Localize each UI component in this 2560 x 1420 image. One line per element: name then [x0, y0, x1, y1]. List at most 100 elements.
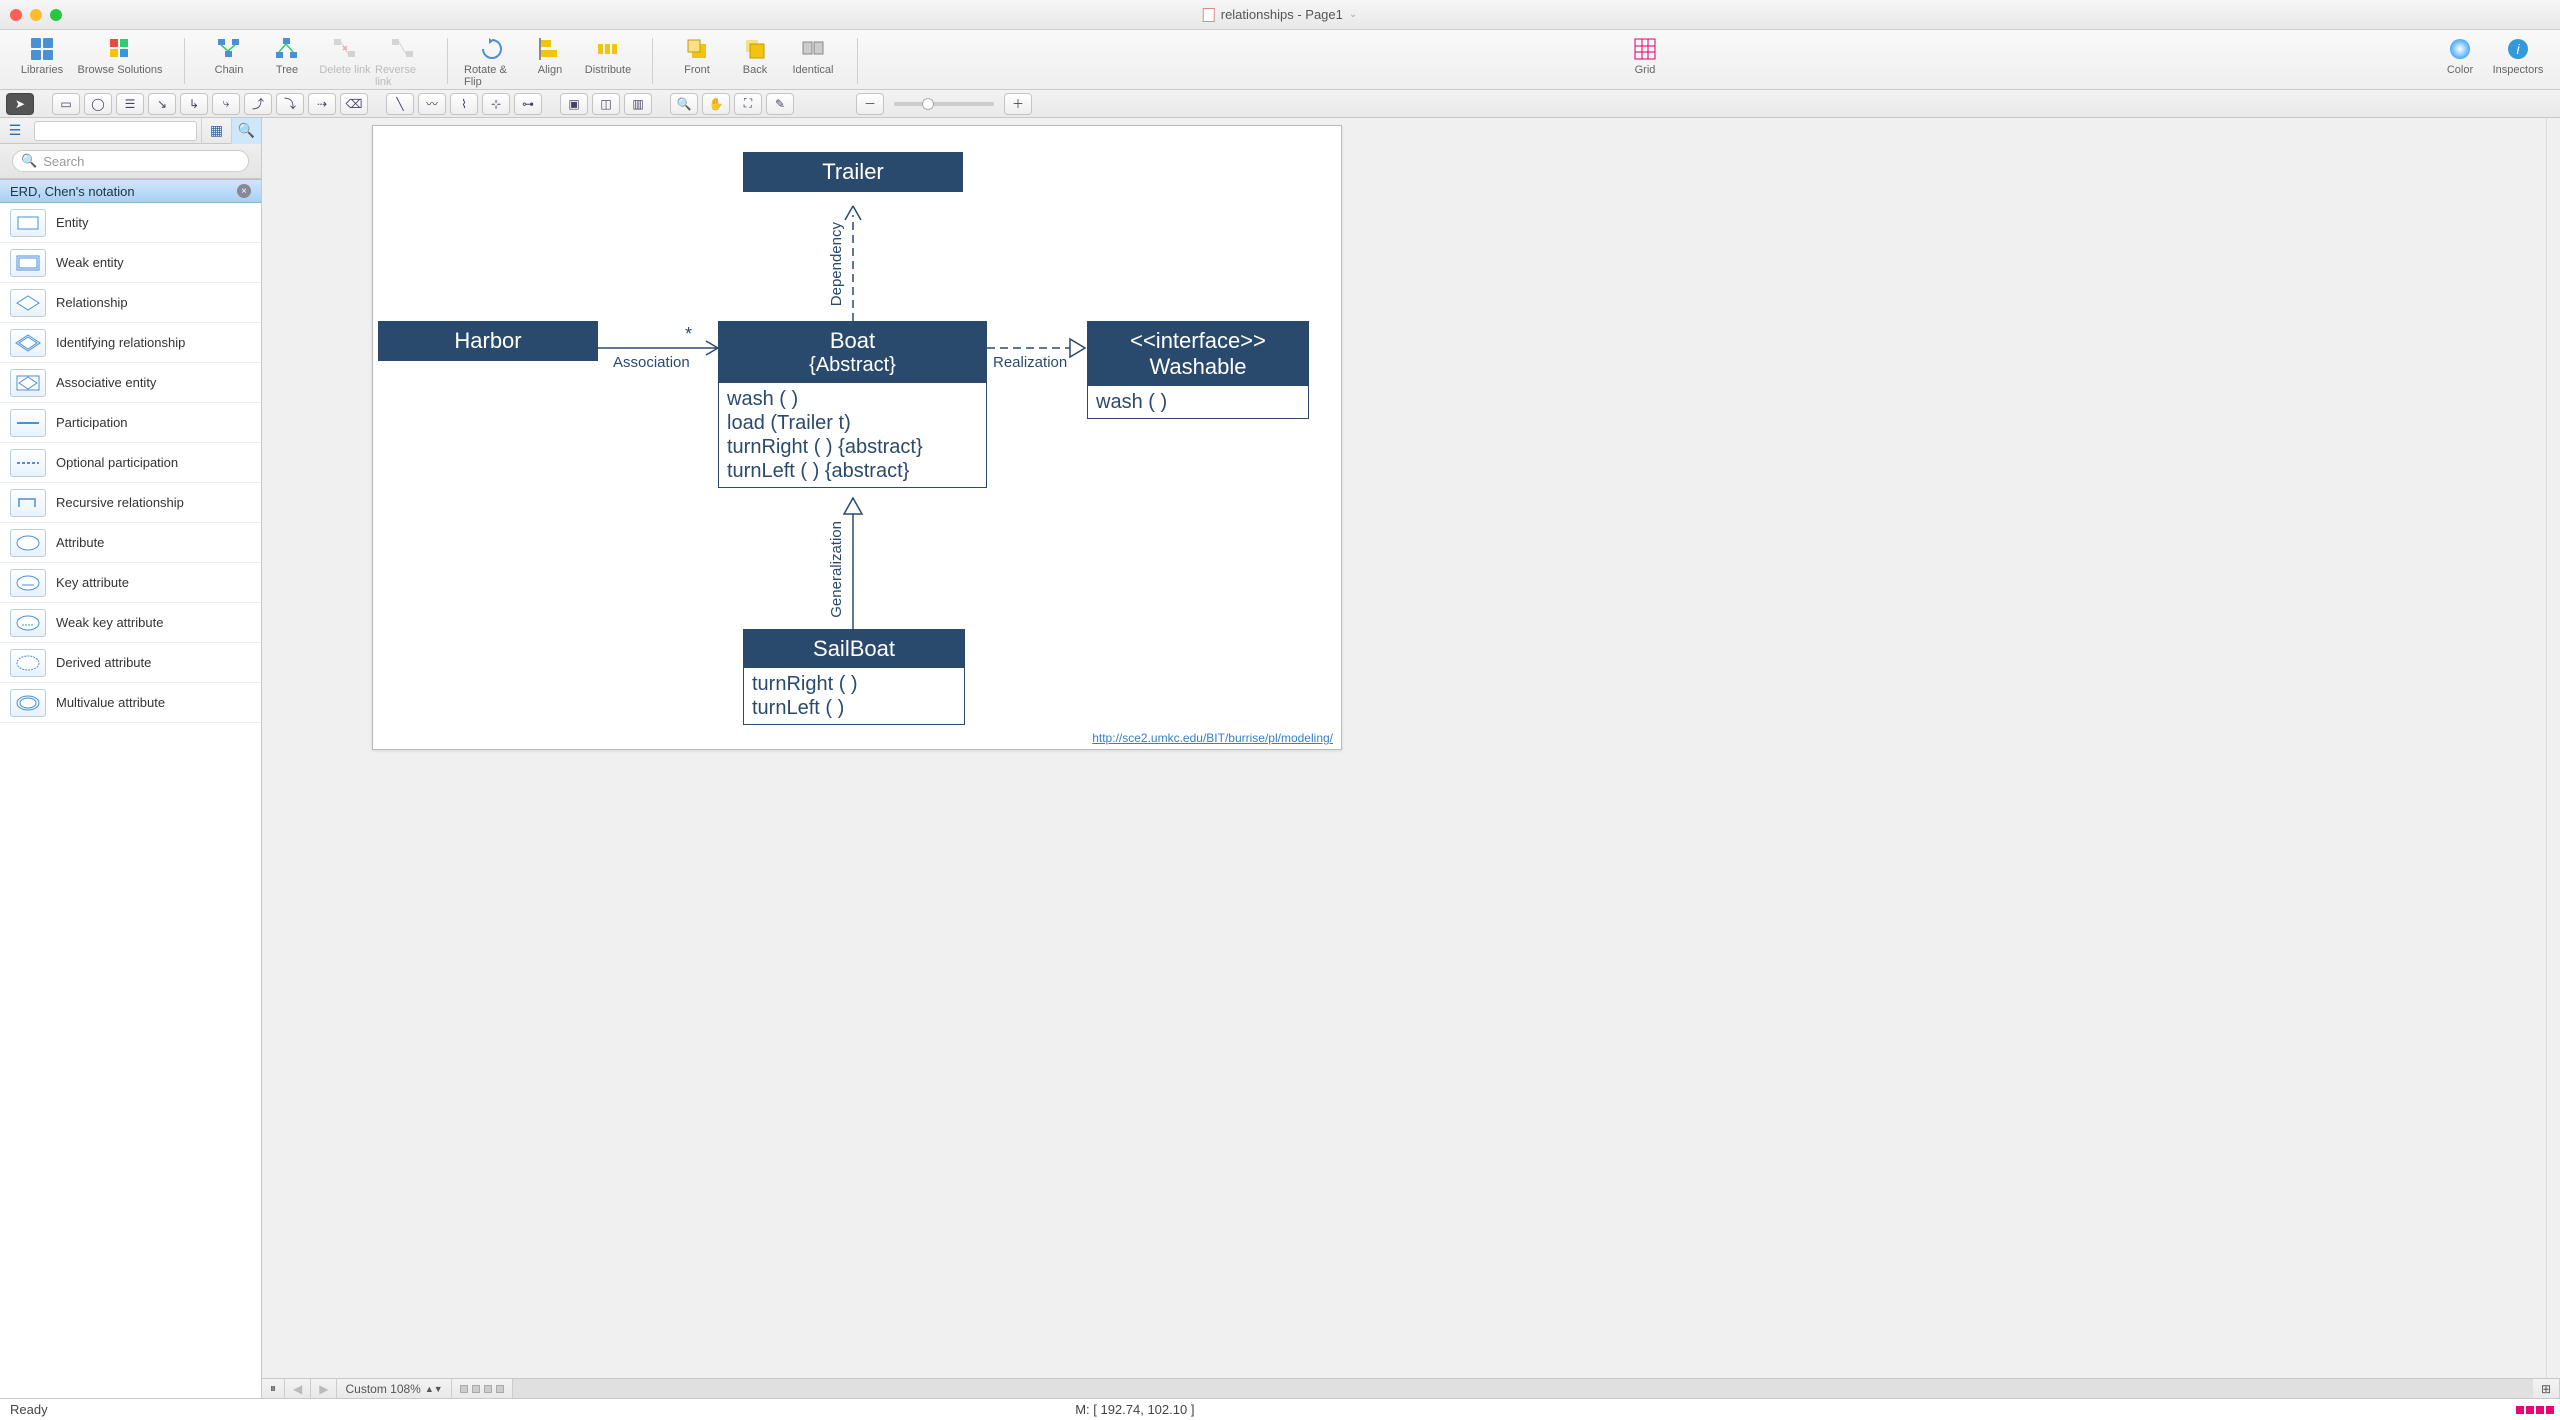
uml-boat[interactable]: Boat {Abstract} wash ( ) load (Trailer t…: [718, 321, 987, 488]
chain-button[interactable]: Chain: [201, 34, 257, 90]
browse-solutions-button[interactable]: Browse Solutions: [72, 34, 168, 90]
status-indicator-icon: [2516, 1406, 2554, 1414]
back-button[interactable]: Back: [727, 34, 783, 90]
connector-6-tool[interactable]: ⇢: [308, 93, 336, 115]
stencil-participation[interactable]: Participation: [0, 403, 261, 443]
path-tool[interactable]: ⌇: [450, 93, 478, 115]
diagram-source-url[interactable]: http://sce2.umkc.edu/BIT/burrise/pl/mode…: [1092, 731, 1333, 745]
separator: [184, 38, 185, 84]
tree-button[interactable]: Tree: [259, 34, 315, 90]
maximize-icon[interactable]: [50, 9, 62, 21]
next-page-button[interactable]: ▶: [311, 1379, 337, 1398]
eyedropper-tool[interactable]: ✎: [766, 93, 794, 115]
hand-tool[interactable]: ✋: [702, 93, 730, 115]
search-toggle-icon[interactable]: 🔍: [231, 118, 261, 144]
stencil-key-attribute[interactable]: Key attribute: [0, 563, 261, 603]
distribute-button[interactable]: Distribute: [580, 34, 636, 90]
status-mouse: M: [ 192.74, 102.10 ]: [1075, 1402, 1194, 1417]
canvas[interactable]: Trailer Harbor Boat {Abstract} wash ( ) …: [262, 118, 2560, 1398]
region-2-tool[interactable]: ◫: [592, 93, 620, 115]
ellipse-tool[interactable]: ◯: [84, 93, 112, 115]
uml-sailboat[interactable]: SailBoat turnRight ( ) turnLeft ( ): [743, 629, 965, 725]
prev-page-button[interactable]: ◀: [285, 1379, 311, 1398]
pause-icon[interactable]: ⏸: [262, 1379, 285, 1398]
stencil-attribute[interactable]: Attribute: [0, 523, 261, 563]
color-button[interactable]: Color: [2432, 34, 2488, 90]
connector-5-tool[interactable]: ⤵: [276, 93, 304, 115]
line-tool[interactable]: ╲: [386, 93, 414, 115]
connector-2-tool[interactable]: ↳: [180, 93, 208, 115]
page[interactable]: Trailer Harbor Boat {Abstract} wash ( ) …: [372, 125, 1342, 750]
magnify-tool[interactable]: 🔍: [670, 93, 698, 115]
horizontal-scrollbar[interactable]: [513, 1379, 2533, 1398]
delete-link-icon: [332, 36, 358, 62]
text-tool[interactable]: ☰: [116, 93, 144, 115]
zoom-out-button[interactable]: －: [856, 93, 884, 115]
close-category-icon[interactable]: ×: [237, 184, 251, 198]
sidebar: ☰ ▦ 🔍 🔍 Search ERD, Chen's notation × En…: [0, 118, 262, 1398]
document-title[interactable]: relationships - Page1 ⌄: [1203, 7, 1358, 22]
stencil-multivalue-attribute[interactable]: Multivalue attribute: [0, 683, 261, 723]
close-icon[interactable]: [10, 9, 22, 21]
reverse-link-button[interactable]: Reverse link: [375, 34, 431, 90]
stencil-derived-attribute[interactable]: Derived attribute: [0, 643, 261, 683]
grid-view-icon[interactable]: ▦: [201, 118, 231, 144]
anchor-tool[interactable]: ⊹: [482, 93, 510, 115]
front-button[interactable]: Front: [669, 34, 725, 90]
opt-participation-icon: [10, 449, 46, 477]
vertical-scrollbar[interactable]: [2546, 118, 2560, 1398]
page-bar: ⏸ ◀ ▶ Custom 108% ▲▼ ⊞: [262, 1378, 2560, 1398]
zoom-slider[interactable]: [894, 102, 994, 106]
curve-tool[interactable]: 〰: [418, 93, 446, 115]
label-dependency: Dependency: [828, 222, 845, 306]
pointer-tool[interactable]: ➤: [6, 93, 34, 115]
stencil-weak-key-attribute[interactable]: Weak key attribute: [0, 603, 261, 643]
stamp-tool[interactable]: ⛶: [734, 93, 762, 115]
inspectors-button[interactable]: iInspectors: [2490, 34, 2546, 90]
window-titlebar: relationships - Page1 ⌄: [0, 0, 2560, 30]
list-view-icon[interactable]: ☰: [0, 118, 30, 144]
delete-tool[interactable]: ⌫: [340, 93, 368, 115]
stencil-optional-participation[interactable]: Optional participation: [0, 443, 261, 483]
color-icon: [2447, 36, 2473, 62]
connector-3-tool[interactable]: ⤷: [212, 93, 240, 115]
rotate-flip-button[interactable]: Rotate & Flip: [464, 34, 520, 90]
stencil-associative-entity[interactable]: Associative entity: [0, 363, 261, 403]
washable-stereo: <<interface>>: [1092, 328, 1304, 354]
stencil-identifying-relationship[interactable]: Identifying relationship: [0, 323, 261, 363]
grid-button[interactable]: Grid: [1617, 34, 1673, 90]
sidebar-filter-input[interactable]: [34, 121, 197, 141]
rect-tool[interactable]: ▭: [52, 93, 80, 115]
stencil-weak-entity[interactable]: Weak entity: [0, 243, 261, 283]
sailboat-title: SailBoat: [744, 630, 964, 668]
delete-link-button[interactable]: Delete link: [317, 34, 373, 90]
stencil-recursive-relationship[interactable]: Recursive relationship: [0, 483, 261, 523]
page-thumbs[interactable]: [452, 1379, 513, 1398]
uml-trailer[interactable]: Trailer: [743, 152, 963, 192]
search-input[interactable]: 🔍 Search: [12, 150, 249, 172]
minimize-icon[interactable]: [30, 9, 42, 21]
stencil-entity[interactable]: Entity: [0, 203, 261, 243]
identical-button[interactable]: Identical: [785, 34, 841, 90]
stencil-relationship[interactable]: Relationship: [0, 283, 261, 323]
label-association: Association: [613, 354, 690, 371]
stencil-category[interactable]: ERD, Chen's notation ×: [0, 179, 261, 203]
zoom-in-button[interactable]: ＋: [1004, 93, 1032, 115]
chevron-down-icon: ⌄: [1349, 9, 1357, 20]
recursive-icon: [10, 489, 46, 517]
uml-harbor[interactable]: Harbor: [378, 321, 598, 361]
connector-1-tool[interactable]: ↘: [148, 93, 176, 115]
connector-4-tool[interactable]: ⤴: [244, 93, 272, 115]
grid-icon: [1632, 36, 1658, 62]
view-mode-icon[interactable]: ⊞: [2533, 1379, 2560, 1398]
zoom-knob[interactable]: [922, 98, 934, 110]
region-3-tool[interactable]: ▥: [624, 93, 652, 115]
zoom-readout[interactable]: Custom 108% ▲▼: [337, 1379, 451, 1398]
libraries-button[interactable]: Libraries: [14, 34, 70, 90]
uml-washable[interactable]: <<interface>> Washable wash ( ): [1087, 321, 1309, 419]
align-button[interactable]: Align: [522, 34, 578, 90]
anchor2-tool[interactable]: ⊶: [514, 93, 542, 115]
harbor-title: Harbor: [379, 322, 597, 360]
washable-header: <<interface>> Washable: [1088, 322, 1308, 386]
region-1-tool[interactable]: ▣: [560, 93, 588, 115]
